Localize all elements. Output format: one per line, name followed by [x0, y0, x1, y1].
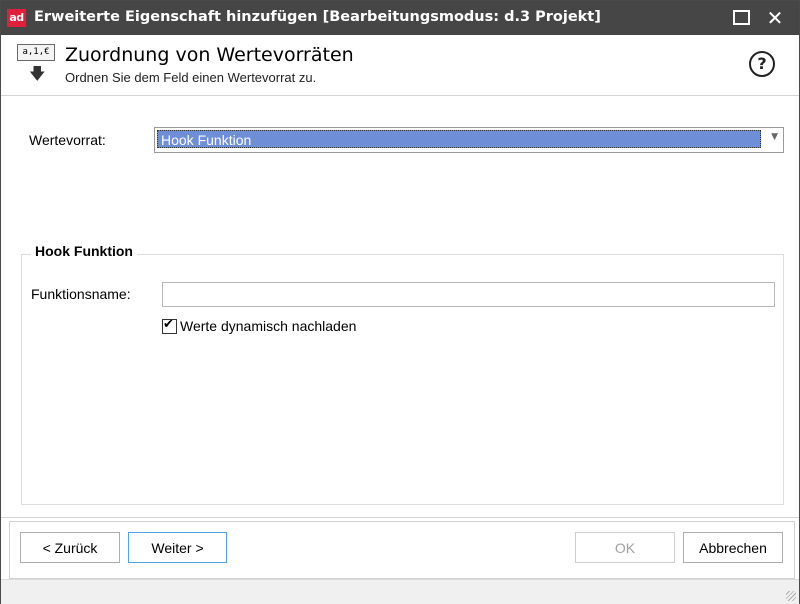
groupbox-title: Hook Funktion [31, 243, 137, 259]
wizard-header: a,1,€ 🡇 Zuordnung von Wertevorräten Ordn… [1, 35, 799, 96]
app-logo: ad [7, 9, 26, 27]
dialog-window: ad Erweiterte Eigenschaft hinzufügen [Be… [0, 0, 800, 604]
maximize-icon [732, 10, 750, 26]
value-list-icon: a,1,€ 🡇 [15, 44, 55, 88]
window-title: Erweiterte Eigenschaft hinzufügen [Bearb… [34, 9, 601, 25]
back-button[interactable]: < Zurück [20, 532, 120, 563]
title-bar[interactable]: ad Erweiterte Eigenschaft hinzufügen [Be… [1, 1, 799, 35]
cancel-button[interactable]: Abbrechen [683, 532, 783, 563]
arrow-down-icon: 🡇 [29, 64, 46, 83]
reload-dynamic-label[interactable]: Werte dynamisch nachladen [180, 318, 356, 334]
help-icon[interactable]: ? [749, 51, 775, 77]
maximize-button[interactable] [727, 4, 755, 32]
resize-grip-icon[interactable] [786, 591, 796, 601]
button-panel [9, 521, 795, 579]
funktionsname-input[interactable] [162, 282, 775, 307]
value-list-icon-text: a,1,€ [17, 44, 55, 61]
wertevorrat-dropdown[interactable]: Hook Funktion ▼ [154, 127, 784, 153]
reload-dynamic-checkbox[interactable]: ✔ [162, 317, 177, 334]
status-bar [1, 579, 799, 604]
wertevorrat-label: Wertevorrat: [29, 132, 106, 148]
close-button[interactable]: ✕ [761, 4, 789, 32]
next-button[interactable]: Weiter > [128, 532, 227, 563]
page-title: Zuordnung von Wertevorräten [65, 44, 354, 66]
wertevorrat-selected-value: Hook Funktion [157, 130, 761, 148]
page-subtitle: Ordnen Sie dem Feld einen Wertevorrat zu… [65, 70, 317, 85]
funktionsname-label: Funktionsname: [31, 286, 131, 302]
chevron-down-icon[interactable]: ▼ [771, 132, 778, 142]
checkmark-icon: ✔ [163, 317, 174, 332]
ok-button[interactable]: OK [575, 532, 675, 563]
